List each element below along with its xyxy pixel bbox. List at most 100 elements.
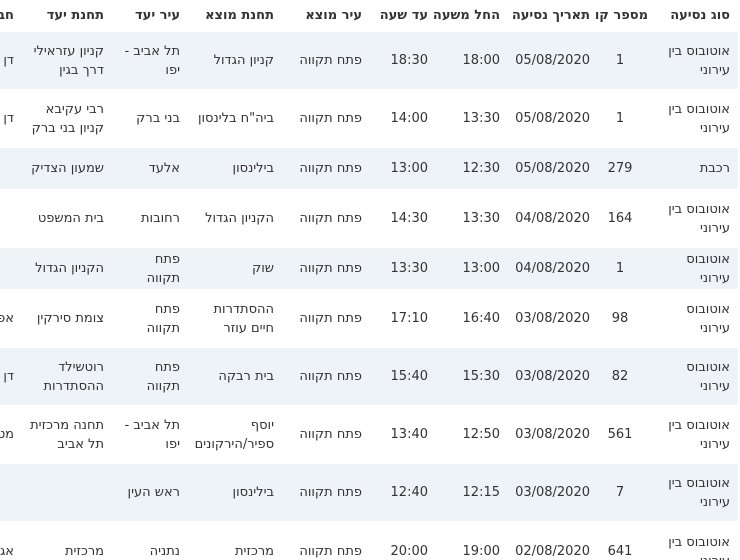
header-trip-date[interactable]: תאריך נסיעה [508,0,598,32]
cell-from-time: 13:30 [436,189,508,248]
header-company[interactable]: חברה [0,0,22,32]
cell-trip-date-text: 04/08/2020 [515,211,590,226]
table-row[interactable]: אוטובוס בין עירוני 1 05/08/2020 13:30 14:00 פ… [0,89,738,148]
cell-from-time: 13:00 [436,247,508,290]
cell-from-time-text: 13:00 [462,261,500,276]
header-line-number[interactable]: מספר קו [595,0,656,32]
cell-trip-date: 05/08/2020 [508,89,598,148]
cell-trip-type: רכבת [656,147,738,190]
cell-from-time: 13:30 [436,89,508,148]
header-trip-type[interactable]: סוג נסיעה [656,0,738,32]
header-to-time[interactable]: עד שעה [370,0,436,32]
cell-to-time-text: 18:30 [390,53,428,68]
cell-destination-city-text: תל אביב - יפו [124,43,180,78]
cell-destination-city-text: רחובות [141,211,180,226]
cell-line-number: 1 [598,31,656,90]
cell-line-number: 279 [598,147,656,190]
cell-company [0,147,22,190]
cell-from-time: 12:15 [436,463,508,522]
cell-origin-station-text: בילינסון [232,485,274,500]
table-header-row: סוג נסיעה מספר קו תאריך נסיעה החל משעה ע… [0,0,738,32]
cell-from-time-text: 12:15 [462,485,500,500]
table-row[interactable]: אוטובוס עירוני 1 04/08/2020 13:00 13:30 פתח ת… [0,247,738,290]
cell-origin-station-text: הקניון הגדול [205,211,274,226]
table-row[interactable]: אוטובוס בין עירוני 561 03/08/2020 12:50 13:4… [0,405,738,464]
trips-table: סוג נסיעה מספר קו תאריך נסיעה החל משעה ע… [0,0,738,560]
cell-trip-type-text: רכבת [699,161,730,176]
header-destination-city[interactable]: עיר יעד [112,0,188,32]
table-row[interactable]: אוטובוס בין עירוני 641 02/08/2020 19:00 20:0… [0,521,738,560]
cell-trip-date: 03/08/2020 [508,463,598,522]
header-origin-station[interactable]: תחנת מוצא [188,0,282,32]
cell-trip-date: 04/08/2020 [508,247,598,290]
cell-origin-station-text: מרכזית [235,544,274,560]
cell-destination-city-text: בני ברק [136,111,180,126]
cell-origin-station-text: ההסתדרות חיים עוזר [213,301,275,336]
cell-origin-station: בילינסון [188,147,282,190]
cell-destination-station: רבי עקיבא קניון בני ברק [22,89,112,148]
cell-origin-station-text: קניון הגדול [213,53,274,68]
header-origin-city[interactable]: עיר מוצא [282,0,370,32]
cell-origin-city-text: פתח תקווה [299,111,362,126]
cell-to-time: 13:30 [370,247,436,290]
cell-line-number-text: 98 [611,311,629,326]
cell-from-time-text: 16:40 [462,311,500,326]
cell-trip-date: 03/08/2020 [508,405,598,464]
cell-destination-station: צומת סירקין [22,289,112,348]
cell-trip-type: אוטובוס בין עירוני [656,463,738,522]
cell-trip-type: אוטובוס בין עירוני [656,405,738,464]
table-row[interactable]: אוטובוס עירוני 98 03/08/2020 16:40 17:10 פתח … [0,289,738,348]
cell-company [0,463,22,522]
cell-destination-city-text: ראש העין [127,485,180,500]
cell-destination-station: קניון עזראילי דרך בגין [22,31,112,90]
cell-line-number: 82 [598,347,656,406]
cell-from-time: 18:00 [436,31,508,90]
cell-trip-date-text: 03/08/2020 [515,485,590,500]
cell-from-time-text: 19:00 [462,544,500,560]
cell-to-time-text: 12:40 [390,485,428,500]
cell-to-time: 13:40 [370,405,436,464]
cell-line-number: 1 [598,247,656,290]
cell-origin-city: פתח תקווה [282,189,370,248]
cell-trip-type-text: אוטובוס עירוני [686,251,730,286]
cell-company: דן [0,31,22,90]
cell-trip-type-text: אוטובוס בין עירוני [668,43,730,78]
header-destination-station[interactable]: תחנת יעד [22,0,112,32]
cell-origin-station: ביה"ח בלינסון [188,89,282,148]
cell-trip-type: אוטובוס עירוני [656,247,738,290]
cell-line-number: 1 [598,89,656,148]
cell-origin-city: פתח תקווה [282,347,370,406]
cell-destination-city-text: פתח תקווה [146,251,180,286]
cell-line-number: 561 [598,405,656,464]
cell-to-time: 18:30 [370,31,436,90]
table-row[interactable]: רכבת 279 05/08/2020 12:30 13:00 פתח תקווה בילי… [0,147,738,190]
cell-company: דן [0,89,22,148]
cell-from-time: 19:00 [436,521,508,560]
cell-line-number-text: 1 [615,111,625,126]
cell-trip-type: אוטובוס בין עירוני [656,89,738,148]
cell-destination-city: פתח תקווה [112,289,188,348]
cell-destination-station: רוטשילד ההסתדרות [22,347,112,406]
table-row[interactable]: אוטובוס בין עירוני 7 03/08/2020 12:15 12:40 פ… [0,463,738,522]
table-row[interactable]: אוטובוס בין עירוני 164 04/08/2020 13:30 14:3… [0,189,738,248]
cell-from-time: 16:40 [436,289,508,348]
cell-destination-station: מרכזית [22,521,112,560]
cell-origin-station: הקניון הגדול [188,189,282,248]
table-row[interactable]: אוטובוס עירוני 82 03/08/2020 15:30 15:40 פתח … [0,347,738,406]
header-from-time[interactable]: החל משעה [433,0,508,32]
cell-origin-city: פתח תקווה [282,147,370,190]
cell-trip-type: אוטובוס עירוני [656,289,738,348]
cell-line-number-text: 279 [607,161,633,176]
cell-destination-station-text: צומת סירקין [36,311,104,326]
table-row[interactable]: אוטובוס בין עירוני 1 05/08/2020 18:00 18:30 פ… [0,31,738,90]
cell-destination-city-text: אלעד [148,161,180,176]
cell-destination-city: ראש העין [112,463,188,522]
table-body: אוטובוס בין עירוני 1 05/08/2020 18:00 18:30 פ… [0,31,738,560]
cell-company-text: דן [3,369,14,384]
cell-origin-city-text: פתח תקווה [299,427,362,442]
cell-destination-station-text: שמעון הצדיק [31,161,104,176]
cell-company-text: דן [3,111,14,126]
cell-destination-city-text: פתח תקווה [146,359,180,394]
trips-table-container: סוג נסיעה מספר קו תאריך נסיעה החל משעה ע… [0,0,740,560]
cell-destination-city: אלעד [112,147,188,190]
